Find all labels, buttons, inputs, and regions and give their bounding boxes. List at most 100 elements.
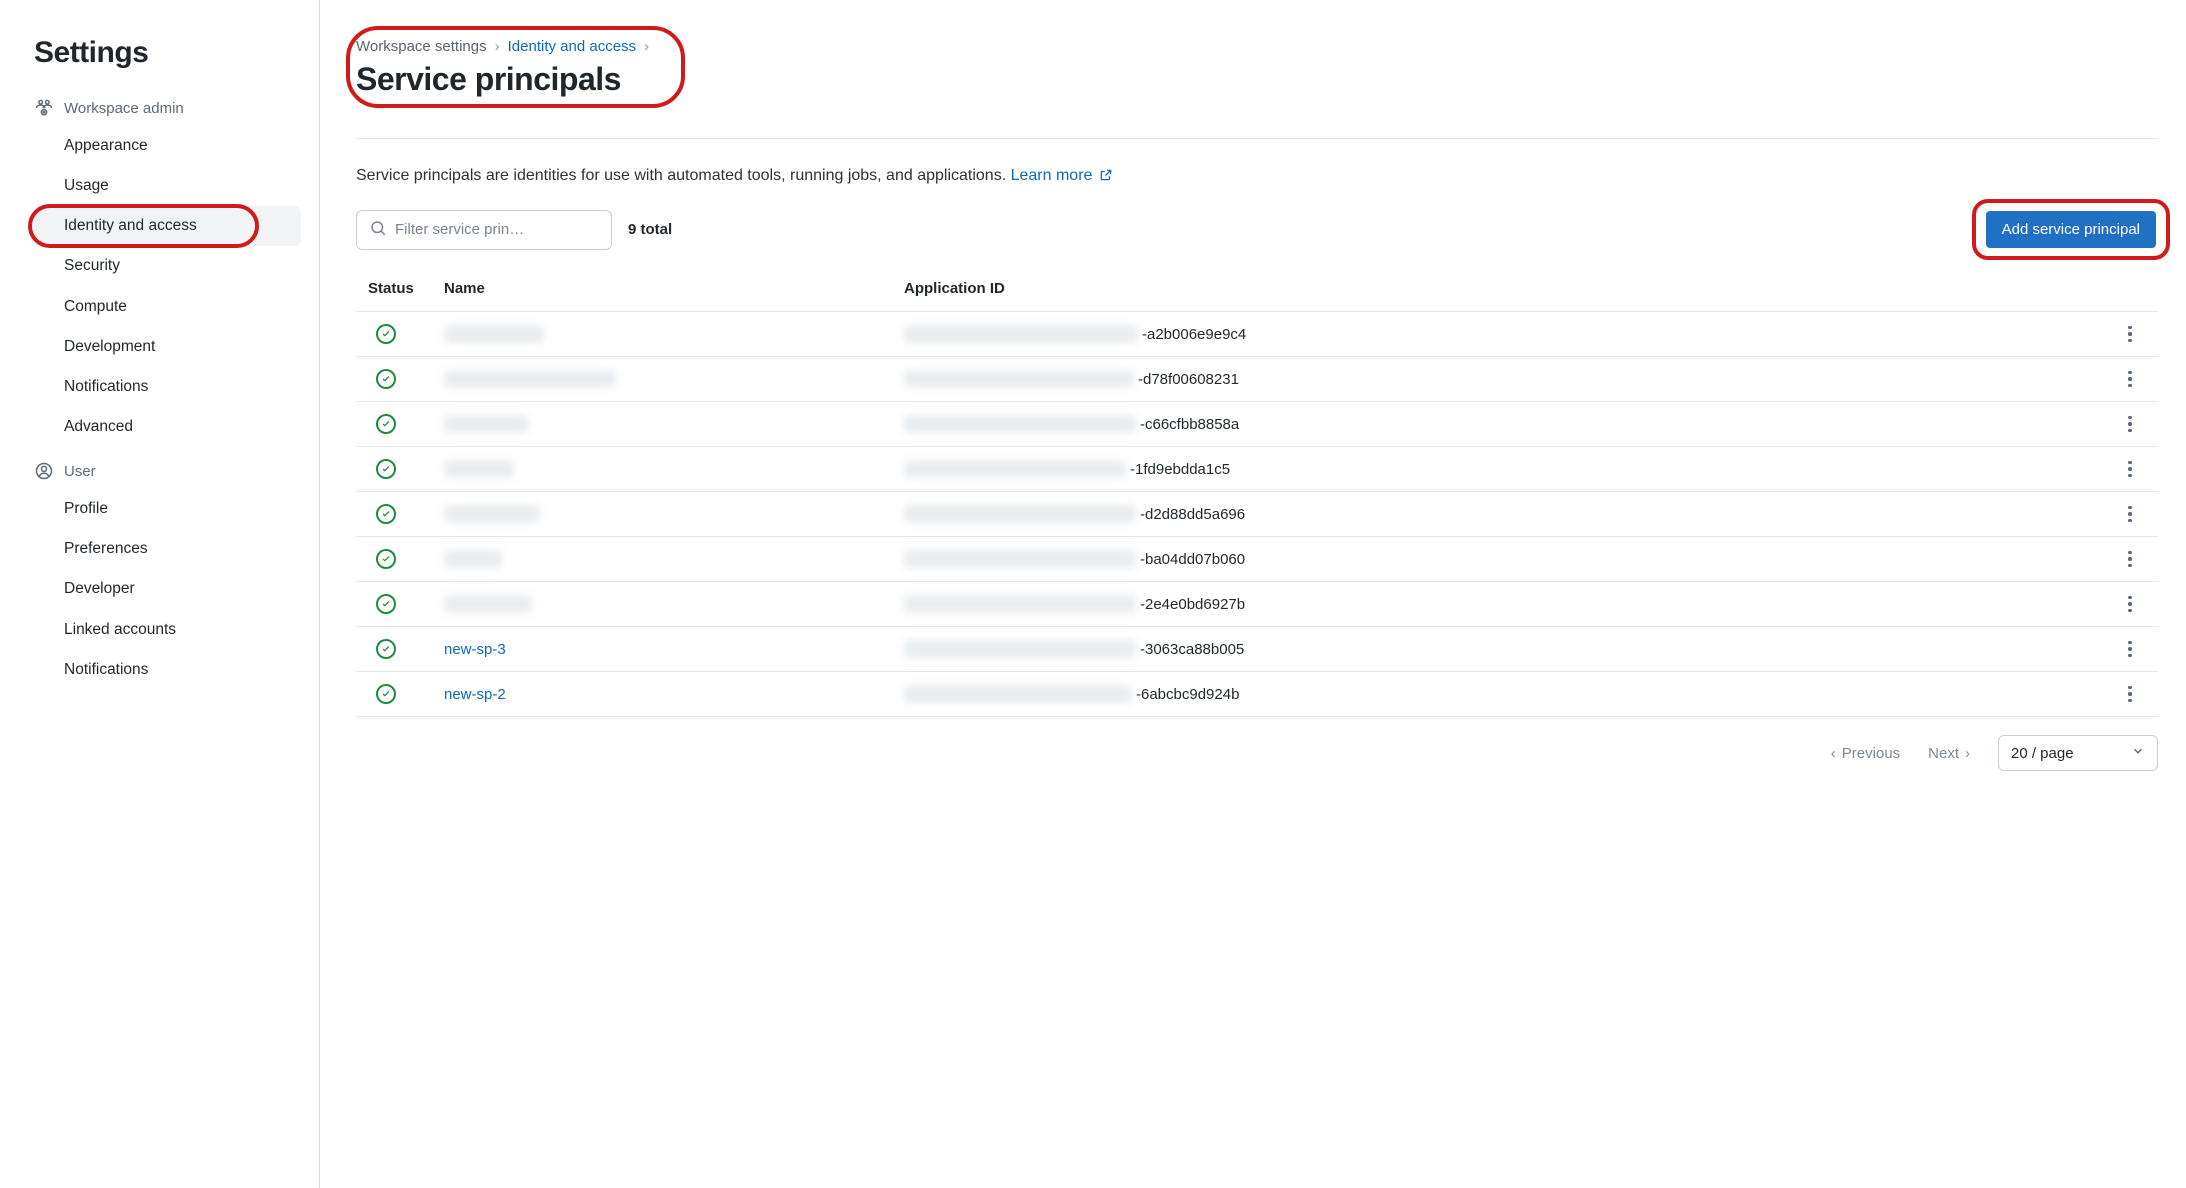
page-size-select[interactable]: 20 / page (1998, 735, 2158, 771)
sidebar-item-preferences[interactable]: Preferences (34, 529, 301, 569)
actions-cell (2110, 447, 2158, 492)
name-cell: xxxx (436, 357, 896, 402)
pager-previous[interactable]: ‹ Previous (1831, 745, 1900, 762)
learn-more-label: Learn more (1011, 167, 1093, 184)
service-principals-table: Status Name Application ID xxxxxxxx-a2b0… (356, 270, 2158, 717)
row-actions-menu[interactable] (2118, 367, 2142, 391)
table-row: xxxxxxxx-c66cfbb8858a (356, 402, 2158, 447)
chevron-left-icon: ‹ (1831, 745, 1836, 762)
actions-cell (2110, 312, 2158, 357)
appid-suffix: -a2b006e9e9c4 (1142, 326, 1246, 343)
status-cell (356, 582, 436, 627)
status-active-icon (376, 324, 396, 344)
sidebar-item-usage[interactable]: Usage (34, 166, 301, 206)
appid-suffix: -3063ca88b005 (1140, 641, 1244, 658)
sidebar-item-profile[interactable]: Profile (34, 489, 301, 529)
sidebar-nav: Workspace admin AppearanceUsageIdentity a… (34, 98, 301, 690)
actions-cell (2110, 537, 2158, 582)
sidebar-item-security[interactable]: Security (34, 246, 301, 286)
status-cell (356, 402, 436, 447)
sidebar-item-advanced[interactable]: Advanced (34, 407, 301, 447)
add-service-principal-button[interactable]: Add service principal (1986, 211, 2156, 248)
page-header: Workspace settings › Identity and access… (356, 34, 677, 102)
actions-cell (2110, 492, 2158, 537)
name-cell: xxxx (436, 447, 896, 492)
redacted-appid-prefix: xxxx (904, 325, 1138, 343)
status-cell (356, 447, 436, 492)
appid-cell: xxxx-c66cfbb8858a (896, 402, 2110, 446)
sidebar-item-developer[interactable]: Developer (34, 569, 301, 609)
section-label: User (64, 463, 96, 480)
table-row: xxxxxxxx-2e4e0bd6927b (356, 582, 2158, 627)
redacted-name: xxxx (444, 460, 514, 478)
learn-more-link[interactable]: Learn more (1011, 167, 1113, 184)
status-cell (356, 627, 436, 672)
filter-input[interactable] (395, 221, 599, 238)
appid-suffix: -6abcbc9d924b (1136, 686, 1239, 703)
sidebar-item-appearance[interactable]: Appearance (34, 126, 301, 166)
table-row: xxxxxxxx-a2b006e9e9c4 (356, 312, 2158, 357)
redacted-name: xxxx (444, 550, 502, 568)
name-cell: new-sp-3 (436, 627, 896, 672)
redacted-appid-prefix: xxxx (904, 415, 1136, 433)
col-name[interactable]: Name (436, 270, 896, 312)
section-header: Workspace admin (34, 98, 301, 118)
col-app-id[interactable]: Application ID (896, 270, 2110, 312)
status-active-icon (376, 414, 396, 434)
pager-next-label: Next (1928, 745, 1959, 762)
chevron-down-icon (2131, 744, 2145, 762)
status-cell (356, 492, 436, 537)
section-header: User (34, 461, 301, 481)
sidebar-item-notifications[interactable]: Notifications (34, 650, 301, 690)
appid-suffix: -d78f00608231 (1138, 371, 1239, 388)
breadcrumb-identity-access[interactable]: Identity and access (508, 38, 636, 55)
table-row: new-sp-2xxxx-6abcbc9d924b (356, 672, 2158, 717)
sidebar-item-notifications[interactable]: Notifications (34, 367, 301, 407)
pager-next[interactable]: Next › (1928, 745, 1970, 762)
user-icon (34, 461, 54, 481)
breadcrumb-root[interactable]: Workspace settings (356, 38, 487, 55)
row-actions-menu[interactable] (2118, 322, 2142, 346)
search-icon (369, 219, 387, 240)
breadcrumb: Workspace settings › Identity and access… (356, 38, 649, 55)
row-actions-menu[interactable] (2118, 502, 2142, 526)
appid-suffix: -c66cfbb8858a (1140, 416, 1239, 433)
row-actions-menu[interactable] (2118, 457, 2142, 481)
actions-cell (2110, 357, 2158, 402)
appid-cell: xxxx-ba04dd07b060 (896, 537, 2110, 581)
sidebar-item-compute[interactable]: Compute (34, 287, 301, 327)
row-actions-menu[interactable] (2118, 412, 2142, 436)
status-active-icon (376, 459, 396, 479)
appid-cell: xxxx-3063ca88b005 (896, 627, 2110, 671)
row-actions-menu[interactable] (2118, 637, 2142, 661)
table-row: xxxxxxxx-d2d88dd5a696 (356, 492, 2158, 537)
status-active-icon (376, 369, 396, 389)
toolbar: 9 total Add service principal (356, 209, 2158, 250)
col-status[interactable]: Status (356, 270, 436, 312)
add-button-wrap: Add service principal (1984, 209, 2158, 250)
filter-input-wrap[interactable] (356, 210, 612, 250)
appid-cell: xxxx-a2b006e9e9c4 (896, 312, 2110, 356)
page-title: Service principals (356, 61, 649, 98)
row-actions-menu[interactable] (2118, 682, 2142, 706)
chevron-right-icon: › (1965, 745, 1970, 762)
chevron-right-icon: › (495, 38, 500, 55)
redacted-name: xxxx (444, 595, 532, 613)
redacted-appid-prefix: xxxx (904, 550, 1136, 568)
pager-prev-label: Previous (1842, 745, 1900, 762)
sidebar-item-linked-accounts[interactable]: Linked accounts (34, 610, 301, 650)
appid-suffix: -d2d88dd5a696 (1140, 506, 1245, 523)
actions-cell (2110, 582, 2158, 627)
row-actions-menu[interactable] (2118, 547, 2142, 571)
service-principal-link[interactable]: new-sp-2 (444, 686, 506, 703)
table-row: xxxxxxxx-1fd9ebdda1c5 (356, 447, 2158, 492)
table-row: xxxxxxxx-ba04dd07b060 (356, 537, 2158, 582)
row-actions-menu[interactable] (2118, 592, 2142, 616)
redacted-appid-prefix: xxxx (904, 505, 1136, 523)
name-cell: xxxx (436, 312, 896, 357)
name-cell: xxxx (436, 492, 896, 537)
sidebar-item-development[interactable]: Development (34, 327, 301, 367)
service-principal-link[interactable]: new-sp-3 (444, 641, 506, 658)
sidebar-item-identity-and-access[interactable]: Identity and access (34, 206, 301, 246)
sidebar-highlight (28, 204, 259, 248)
